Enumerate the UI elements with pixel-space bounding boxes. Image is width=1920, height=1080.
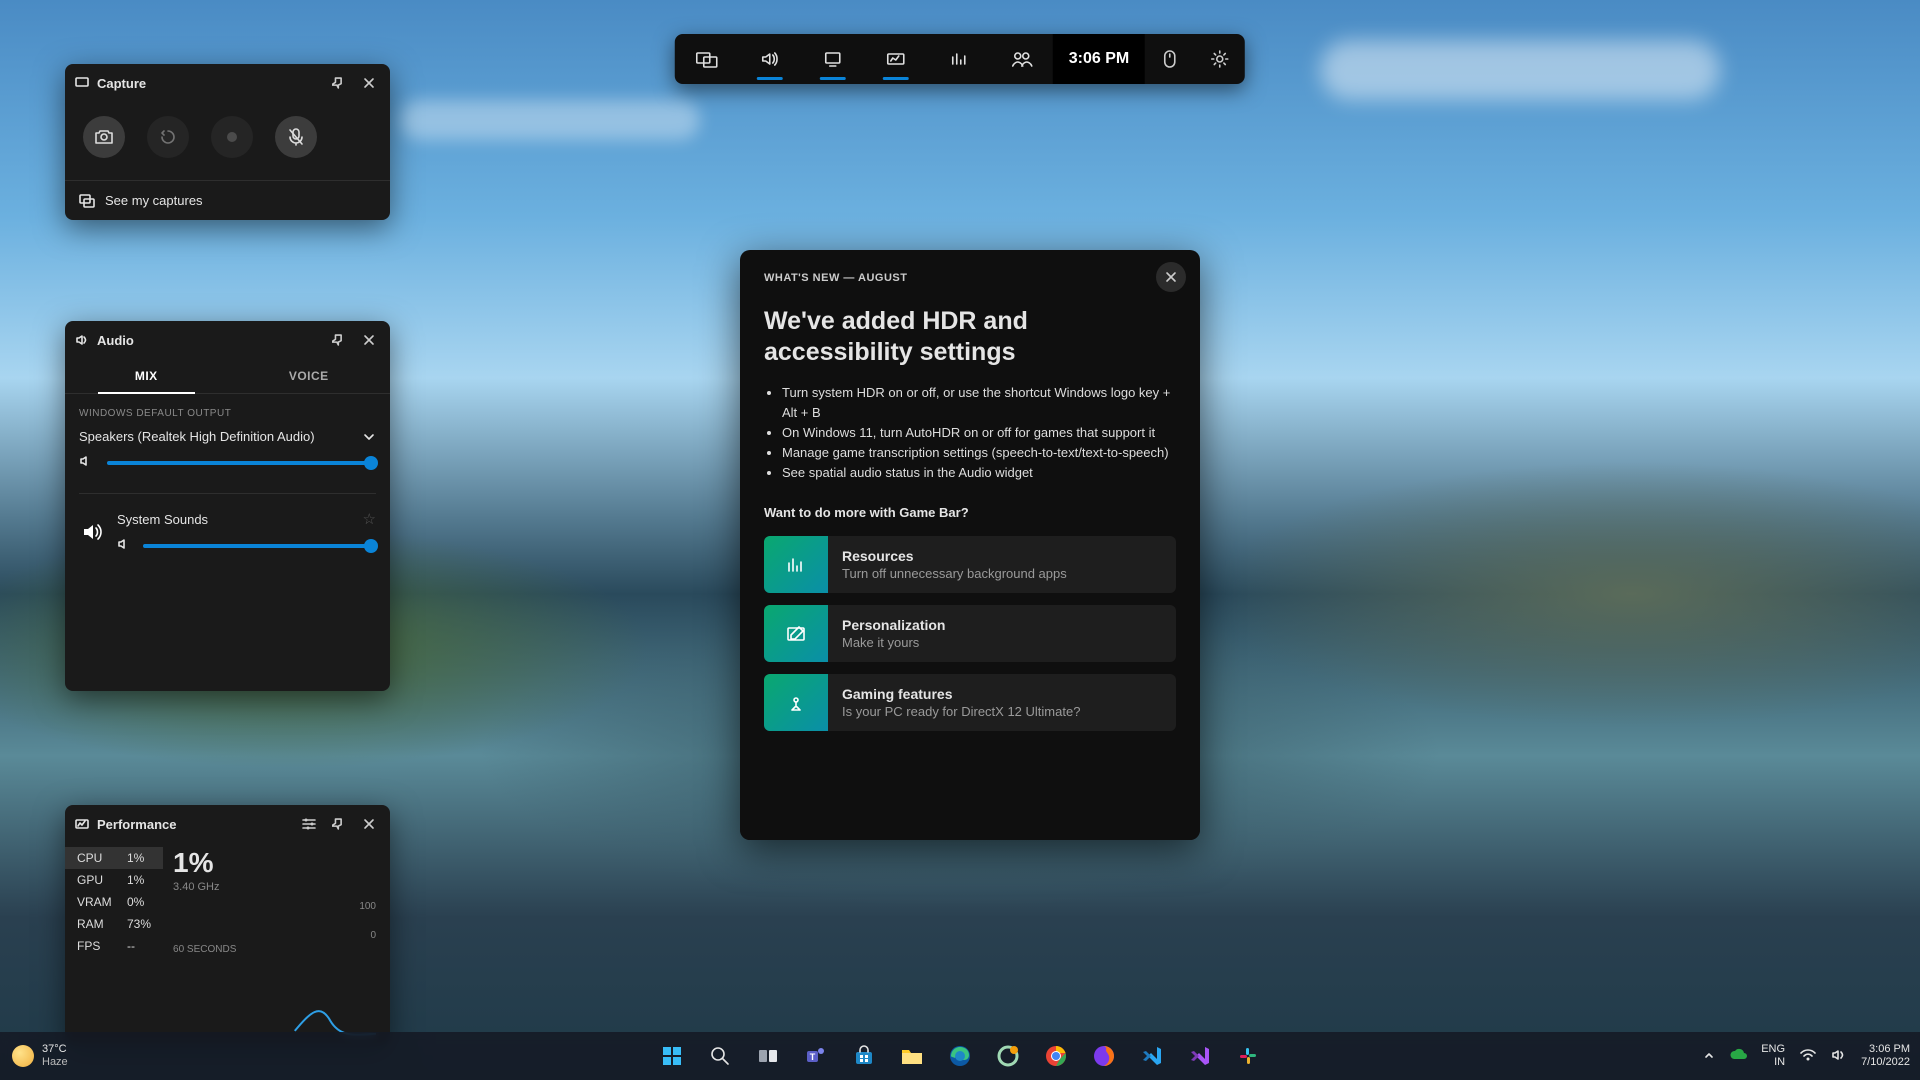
- store-button[interactable]: [844, 1036, 884, 1076]
- chevron-down-icon: [362, 430, 376, 444]
- widgets-menu-button[interactable]: [675, 34, 738, 84]
- personalization-icon: [764, 605, 828, 662]
- app-button-1[interactable]: [988, 1036, 1028, 1076]
- gamebar-clock: 3:06 PM: [1053, 34, 1145, 84]
- perf-row-cpu[interactable]: CPU1%: [65, 847, 163, 869]
- see-captures-link[interactable]: See my captures: [65, 180, 390, 220]
- perf-row-gpu[interactable]: GPU1%: [65, 869, 163, 891]
- system-sounds-label: System Sounds: [117, 512, 208, 527]
- close-button[interactable]: [1156, 262, 1186, 292]
- graph-options-button[interactable]: [298, 813, 320, 835]
- default-output-label: WINDOWS DEFAULT OUTPUT: [79, 408, 376, 419]
- performance-icon: [75, 817, 89, 831]
- perf-row-vram[interactable]: VRAM0%: [65, 891, 163, 913]
- teams-button[interactable]: T: [796, 1036, 836, 1076]
- performance-widget-button[interactable]: [864, 34, 927, 84]
- xbox-social-button[interactable]: [990, 34, 1053, 84]
- output-device-dropdown[interactable]: Speakers (Realtek High Definition Audio): [79, 429, 376, 444]
- gaming-icon: [764, 674, 828, 731]
- performance-title: Performance: [97, 817, 290, 832]
- perf-selected-value: 1%: [173, 849, 376, 877]
- edge-button[interactable]: [940, 1036, 980, 1076]
- performance-widget: Performance CPU1% GPU1% VRAM0% RAM73% FP…: [65, 805, 390, 1044]
- whats-new-subhead: Want to do more with Game Bar?: [764, 505, 1176, 520]
- volume-icon[interactable]: [1831, 1048, 1847, 1065]
- tab-mix[interactable]: MIX: [65, 359, 228, 393]
- resources-button[interactable]: [927, 34, 990, 84]
- whats-new-panel: WHAT'S NEW — AUGUST We've added HDR and …: [740, 250, 1200, 840]
- weather-icon: [12, 1045, 34, 1067]
- audio-icon: [75, 333, 89, 347]
- capture-title: Capture: [97, 76, 320, 91]
- capture-icon: [75, 76, 89, 90]
- whats-new-headline: We've added HDR and accessibility settin…: [764, 306, 1176, 369]
- close-button[interactable]: [358, 813, 380, 835]
- audio-widget-button[interactable]: [738, 34, 801, 84]
- capture-widget-button[interactable]: [801, 34, 864, 84]
- gamebar-topbar: 3:06 PM: [675, 34, 1245, 84]
- capture-widget: Capture See my captures: [65, 64, 390, 220]
- whats-new-eyebrow: WHAT'S NEW — AUGUST: [764, 272, 1176, 284]
- pin-button[interactable]: [328, 329, 350, 351]
- pin-button[interactable]: [328, 813, 350, 835]
- system-volume-slider[interactable]: [143, 544, 376, 548]
- tab-voice[interactable]: VOICE: [228, 359, 391, 393]
- slack-button[interactable]: [1228, 1036, 1268, 1076]
- perf-graph: 100 0 60 SECONDS: [173, 901, 376, 955]
- task-view-button[interactable]: [748, 1036, 788, 1076]
- volume-icon: [117, 538, 131, 553]
- record-last-button[interactable]: [147, 116, 189, 158]
- tray-onedrive-icon[interactable]: [1729, 1048, 1747, 1065]
- speaker-icon: [79, 519, 105, 545]
- audio-widget: Audio MIX VOICE WINDOWS DEFAULT OUTPUT S…: [65, 321, 390, 691]
- start-recording-button[interactable]: [211, 116, 253, 158]
- taskbar-weather[interactable]: 37°C Haze: [12, 1043, 68, 1068]
- resources-icon: [764, 536, 828, 593]
- favorite-star-button[interactable]: ☆: [363, 510, 376, 528]
- screenshot-button[interactable]: [83, 116, 125, 158]
- mouse-passthrough-button[interactable]: [1145, 34, 1195, 84]
- card-personalization[interactable]: Personalization Make it yours: [764, 605, 1176, 662]
- pin-button[interactable]: [328, 72, 350, 94]
- mic-toggle-button[interactable]: [275, 116, 317, 158]
- wifi-icon[interactable]: [1799, 1048, 1817, 1065]
- file-explorer-button[interactable]: [892, 1036, 932, 1076]
- visual-studio-button[interactable]: [1180, 1036, 1220, 1076]
- gamebar-settings-button[interactable]: [1195, 34, 1245, 84]
- volume-icon: [79, 454, 95, 471]
- close-button[interactable]: [358, 329, 380, 351]
- windows-taskbar: 37°C Haze T: [0, 1032, 1920, 1080]
- search-button[interactable]: [700, 1036, 740, 1076]
- audio-title: Audio: [97, 333, 320, 348]
- perf-row-ram[interactable]: RAM73%: [65, 913, 163, 935]
- vscode-button[interactable]: [1132, 1036, 1172, 1076]
- card-gaming-features[interactable]: Gaming features Is your PC ready for Dir…: [764, 674, 1176, 731]
- chrome-button[interactable]: [1036, 1036, 1076, 1076]
- tray-chevron-button[interactable]: [1703, 1049, 1715, 1064]
- language-indicator[interactable]: ENGIN: [1761, 1043, 1785, 1068]
- master-volume-slider[interactable]: [107, 461, 376, 465]
- svg-text:T: T: [810, 1052, 816, 1062]
- start-button[interactable]: [652, 1036, 692, 1076]
- card-resources[interactable]: Resources Turn off unnecessary backgroun…: [764, 536, 1176, 593]
- taskbar-clock[interactable]: 3:06 PM7/10/2022: [1861, 1043, 1910, 1068]
- whats-new-bullets: Turn system HDR on or off, or use the sh…: [764, 383, 1176, 484]
- perf-row-fps[interactable]: FPS--: [65, 935, 163, 957]
- close-button[interactable]: [358, 72, 380, 94]
- perf-clock: 3.40 GHz: [173, 881, 376, 893]
- firefox-button[interactable]: [1084, 1036, 1124, 1076]
